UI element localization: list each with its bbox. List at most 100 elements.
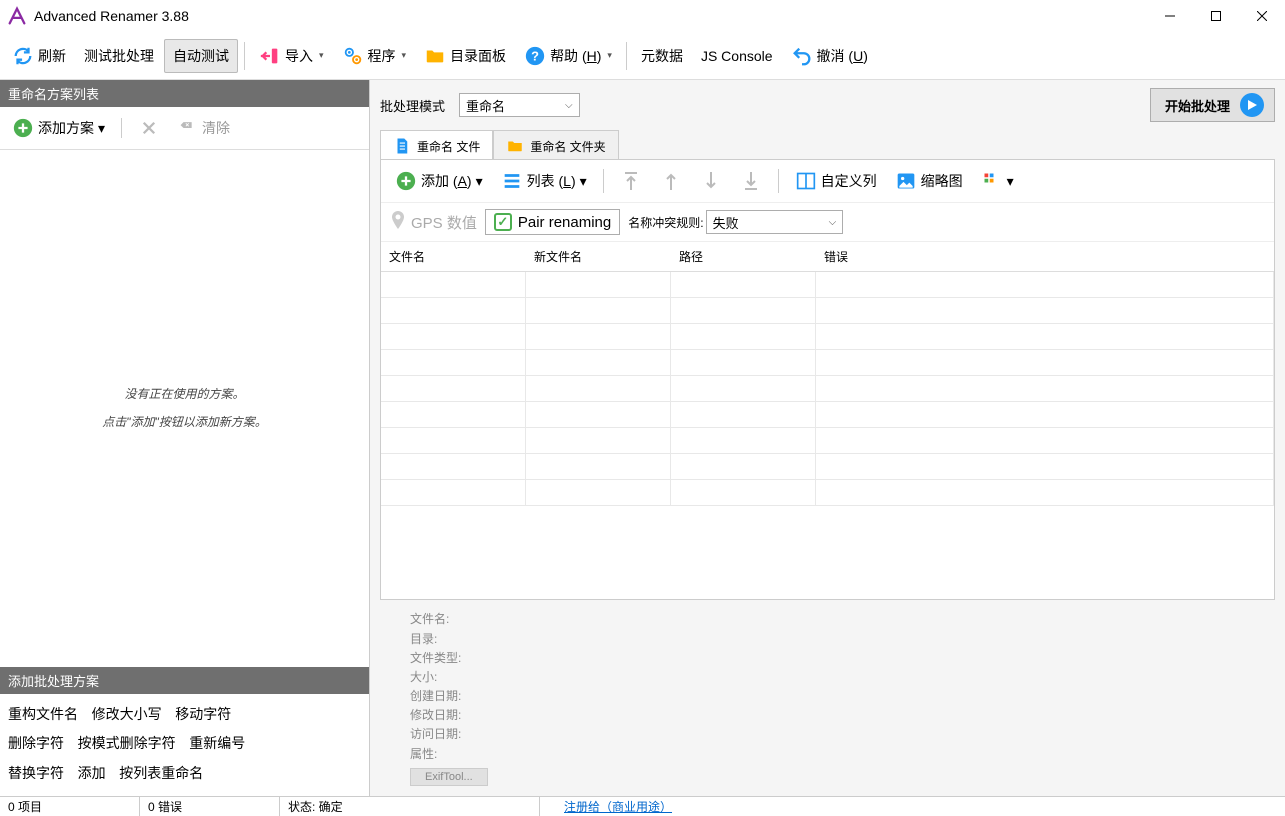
pin-icon <box>389 210 407 234</box>
metadata-button[interactable]: 元数据 <box>633 40 691 72</box>
grid-body[interactable] <box>381 272 1274 599</box>
pair-renaming-toggle[interactable]: ✓ Pair renaming <box>485 209 620 235</box>
preset-link[interactable]: 重构文件名 <box>8 700 78 729</box>
custom-columns-button[interactable]: 自定义列 <box>789 166 883 196</box>
tab-folders[interactable]: 重命名 文件夹 <box>493 130 618 159</box>
info-size: 大小: <box>410 668 1245 687</box>
table-row <box>381 272 1274 298</box>
import-button[interactable]: 导入▾ <box>251 39 332 73</box>
table-row <box>381 480 1274 506</box>
dropdown-icon: ▾ <box>402 50 407 61</box>
refresh-icon <box>12 45 34 67</box>
status-items: 0 项目 <box>0 797 140 816</box>
dropdown-icon: ▾ <box>1007 173 1014 190</box>
undo-icon <box>791 45 813 67</box>
preset-link[interactable]: 替换字符 <box>8 759 64 788</box>
maximize-button[interactable] <box>1193 0 1239 32</box>
refresh-button[interactable]: 刷新 <box>4 39 74 73</box>
exiftool-button[interactable]: ExifTool... <box>410 768 488 786</box>
tab-files[interactable]: 重命名 文件 <box>380 130 493 159</box>
app-icon <box>6 5 28 27</box>
move-down-button[interactable] <box>694 166 728 196</box>
collision-select[interactable]: 失败 ⌵ <box>706 210 844 234</box>
presets-header: 添加批处理方案 <box>0 667 369 694</box>
grid-icon <box>981 170 1003 192</box>
delete-method-button[interactable] <box>132 113 166 143</box>
info-accessed: 访问日期: <box>410 725 1245 744</box>
batch-mode-select[interactable]: 重命名 ⌵ <box>459 93 580 117</box>
col-path[interactable]: 路径 <box>671 242 816 271</box>
chevron-down-icon: ⌵ <box>829 217 837 228</box>
preset-link[interactable]: 删除字符 <box>8 729 64 758</box>
file-toolbar: 添加 (A)▾ 列表 (L)▾ 自定义列 缩略图 <box>381 160 1274 203</box>
separator <box>603 169 604 193</box>
collision-rule: 名称冲突规则: 失败 ⌵ <box>628 210 843 234</box>
col-error[interactable]: 错误 <box>816 242 1274 271</box>
thumbnails-button[interactable]: 缩略图 <box>889 166 969 196</box>
preset-link[interactable]: 按列表重命名 <box>119 759 203 788</box>
info-attrs: 属性: <box>410 745 1245 764</box>
preset-link[interactable]: 添加 <box>78 759 106 788</box>
separator <box>244 42 245 70</box>
auto-test-button[interactable]: 自动测试 <box>164 39 238 73</box>
start-batch-button[interactable]: 开始批处理 <box>1150 88 1275 122</box>
image-icon <box>895 170 917 192</box>
add-files-button[interactable]: 添加 (A)▾ <box>389 166 489 196</box>
methods-header: 重命名方案列表 <box>0 80 369 107</box>
file-toolbar-2: GPS 数值 ✓ Pair renaming 名称冲突规则: 失败 ⌵ <box>381 203 1274 242</box>
info-filetype: 文件类型: <box>410 649 1245 668</box>
preset-link[interactable]: 修改大小写 <box>92 700 162 729</box>
methods-area: 没有正在使用的方案。 点击"添加"按钮以添加新方案。 <box>0 149 369 667</box>
register-link[interactable]: 注册给（商业用途） <box>556 798 680 815</box>
test-batch-button[interactable]: 测试批处理 <box>76 40 162 72</box>
checkbox-checked-icon: ✓ <box>494 213 512 231</box>
info-filename: 文件名: <box>410 610 1245 629</box>
gps-button[interactable]: GPS 数值 <box>389 210 477 234</box>
help-button[interactable]: ? 帮助 (H)▾ <box>516 39 620 73</box>
js-console-button[interactable]: JS Console <box>693 42 781 70</box>
right-panel: 批处理模式 重命名 ⌵ 开始批处理 重命名 文件 重命名 文件夹 <box>370 80 1285 796</box>
table-row <box>381 350 1274 376</box>
view-options-button[interactable]: ▾ <box>975 166 1020 196</box>
move-top-button[interactable] <box>614 166 648 196</box>
svg-text:?: ? <box>531 48 539 63</box>
dropdown-icon: ▾ <box>607 50 612 61</box>
gear-icon <box>342 45 364 67</box>
program-button[interactable]: 程序▾ <box>334 39 415 73</box>
separator <box>778 169 779 193</box>
separator <box>121 118 122 138</box>
methods-placeholder: 没有正在使用的方案。 点击"添加"按钮以添加新方案。 <box>102 380 267 438</box>
status-errors: 0 错误 <box>140 797 280 816</box>
table-row <box>381 298 1274 324</box>
list-button[interactable]: 列表 (L)▾ <box>495 166 593 196</box>
col-filename[interactable]: 文件名 <box>381 242 526 271</box>
move-bottom-button[interactable] <box>734 166 768 196</box>
help-icon: ? <box>524 45 546 67</box>
preset-link[interactable]: 按模式删除字符 <box>78 729 176 758</box>
info-directory: 目录: <box>410 630 1245 649</box>
table-row <box>381 402 1274 428</box>
move-up-button[interactable] <box>654 166 688 196</box>
add-method-button[interactable]: 添加方案▾ <box>6 113 111 143</box>
folder-icon <box>506 137 524 155</box>
undo-button[interactable]: 撤消 (U) <box>783 39 876 73</box>
close-button[interactable] <box>1239 0 1285 32</box>
tabs: 重命名 文件 重命名 文件夹 <box>370 130 1285 159</box>
methods-toolbar: 添加方案▾ 清除 <box>0 107 369 149</box>
minimize-button[interactable] <box>1147 0 1193 32</box>
separator <box>626 42 627 70</box>
table-row <box>381 454 1274 480</box>
col-newfilename[interactable]: 新文件名 <box>526 242 671 271</box>
x-icon <box>138 117 160 139</box>
import-icon <box>259 45 281 67</box>
preset-link[interactable]: 移动字符 <box>175 700 231 729</box>
plus-icon <box>395 170 417 192</box>
directory-panel-button[interactable]: 目录面板 <box>416 39 514 73</box>
grid-header: 文件名 新文件名 路径 错误 <box>381 242 1274 272</box>
folder-icon <box>424 45 446 67</box>
dropdown-icon: ▾ <box>476 173 483 190</box>
clear-methods-button[interactable]: 清除 <box>170 113 236 143</box>
dropdown-icon: ▾ <box>580 173 587 190</box>
left-panel: 重命名方案列表 添加方案▾ 清除 没有正在使用的方案。 点击"添加"按钮以添加新… <box>0 80 370 796</box>
preset-link[interactable]: 重新编号 <box>189 729 245 758</box>
